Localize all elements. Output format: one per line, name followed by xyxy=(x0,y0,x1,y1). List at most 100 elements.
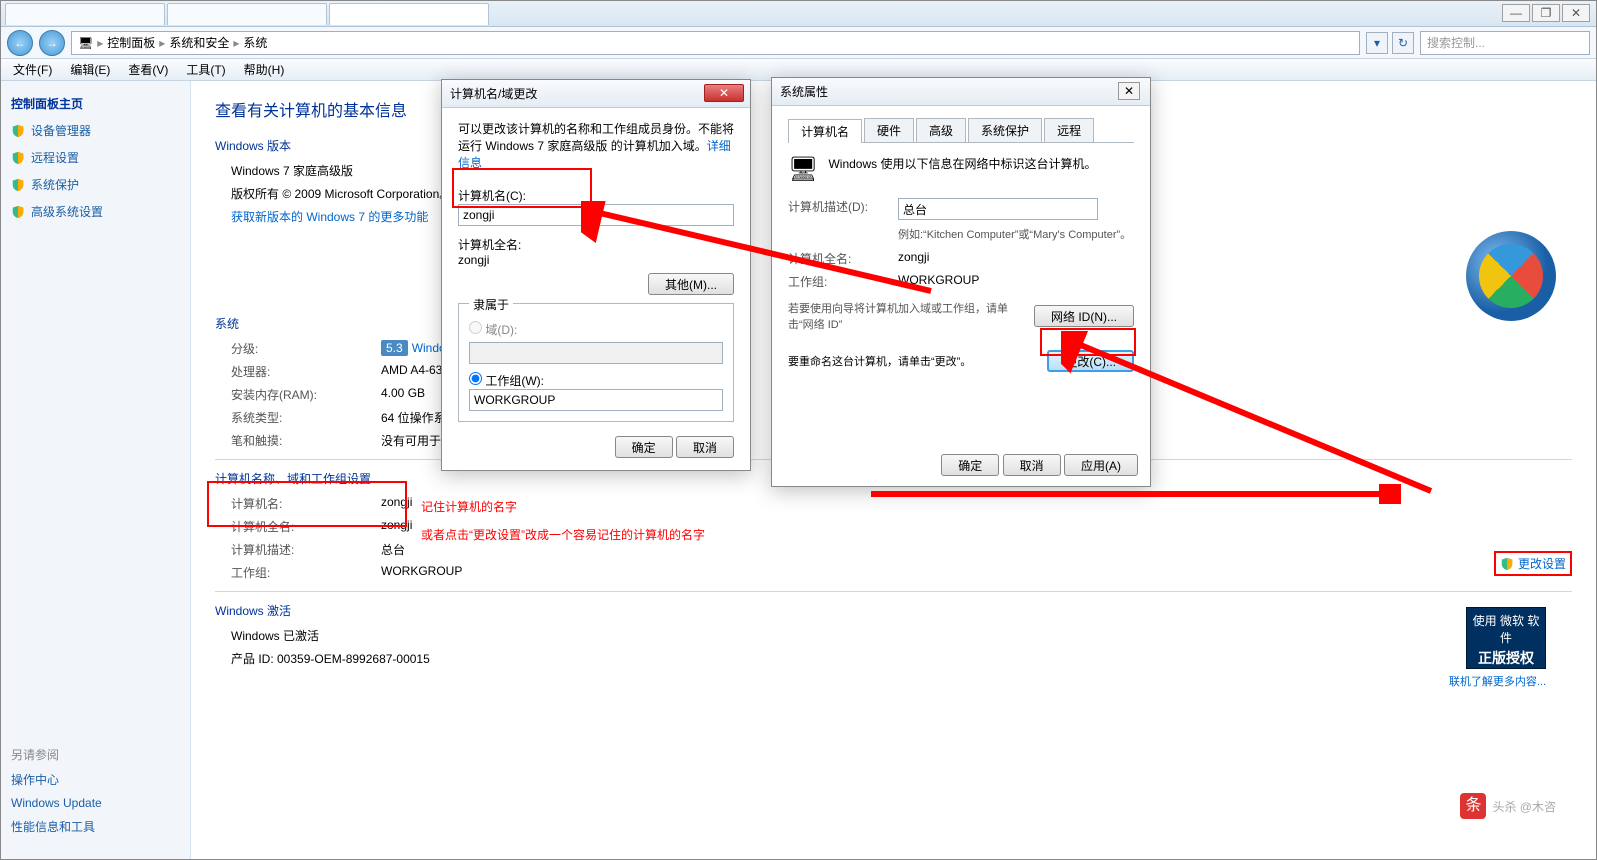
workgroup-input[interactable] xyxy=(469,389,723,411)
sidebar-item-label: 系统保护 xyxy=(31,176,79,193)
computer-name-input[interactable] xyxy=(458,204,734,226)
value-ram: 4.00 GB xyxy=(381,386,425,403)
label-computer-name: 计算机名(C): xyxy=(458,187,734,204)
breadcrumb-l2[interactable]: 系统 xyxy=(243,34,267,51)
see-also-header: 另请参阅 xyxy=(11,742,102,767)
value-full-name: zongji xyxy=(381,518,412,535)
back-button[interactable]: ← xyxy=(7,30,33,56)
separator: ▸ xyxy=(97,36,103,50)
browser-tab[interactable] xyxy=(329,3,489,25)
cancel-button[interactable]: 取消 xyxy=(676,436,734,458)
value-computer-name: zongji xyxy=(381,495,412,512)
label-type: 系统类型: xyxy=(231,409,381,426)
browser-tab[interactable] xyxy=(5,3,165,25)
more-button[interactable]: 其他(M)... xyxy=(648,273,734,295)
tab-protection[interactable]: 系统保护 xyxy=(968,118,1042,142)
label-pen: 笔和触摸: xyxy=(231,432,381,449)
control-panel-icon: 🖥 xyxy=(78,36,93,50)
ok-button[interactable]: 确定 xyxy=(615,436,673,458)
workgroup-radio[interactable] xyxy=(469,372,482,385)
dialog-system-properties: 系统属性 ✕ 计算机名 硬件 高级 系统保护 远程 🖥 Windows 使用以下… xyxy=(771,77,1151,487)
value-full-name: zongji xyxy=(898,250,929,267)
sidebar-item-remote[interactable]: 远程设置 xyxy=(11,149,180,166)
sidebar: 控制面板主页 设备管理器 远程设置 系统保护 高级系统设置 另请参阅 操作中心 … xyxy=(1,81,191,859)
label-ram: 安装内存(RAM): xyxy=(231,386,381,403)
change-button[interactable]: 更改(C)... xyxy=(1047,350,1134,372)
maximize-button[interactable]: ❐ xyxy=(1532,4,1560,22)
genuine-l2: 正版授权 xyxy=(1471,648,1541,668)
minimize-button[interactable]: — xyxy=(1502,4,1530,22)
sidebar-item-protection[interactable]: 系统保护 xyxy=(11,176,180,193)
dialog-title: 系统属性 xyxy=(772,78,1150,106)
watermark-icon: 条 xyxy=(1460,793,1486,819)
learn-more-link[interactable]: 联机了解更多内容... xyxy=(1449,673,1546,689)
sidebar-item-device-manager[interactable]: 设备管理器 xyxy=(11,122,180,139)
sidebar-item-label: 设备管理器 xyxy=(31,122,91,139)
sidebar-item-label: 高级系统设置 xyxy=(31,203,103,220)
menu-tools[interactable]: 工具(T) xyxy=(178,59,233,81)
see-also-action-center[interactable]: 操作中心 xyxy=(11,767,102,792)
description-input[interactable] xyxy=(898,198,1098,220)
activation-state: Windows 已激活 xyxy=(231,627,1572,644)
cancel-button[interactable]: 取消 xyxy=(1003,454,1061,476)
tab-hardware[interactable]: 硬件 xyxy=(864,118,914,142)
description-example: 例如:“Kitchen Computer”或“Mary's Computer”。 xyxy=(898,226,1134,242)
watermark-text: 头杀 @木咨 xyxy=(1492,798,1556,815)
close-button[interactable]: ✕ xyxy=(1562,4,1590,22)
label-cpu: 处理器: xyxy=(231,363,381,380)
browser-tab-strip: — ❐ ✕ xyxy=(1,1,1596,27)
dialog-description: 可以更改该计算机的名称和工作组成员身份。不能将运行 Windows 7 家庭高级… xyxy=(458,120,734,171)
genuine-l1: 使用 微软 软件 xyxy=(1471,612,1541,646)
label-computer-name: 计算机名: xyxy=(231,495,381,512)
member-of-legend: 隶属于 xyxy=(469,296,513,313)
computer-icon: 🖥 xyxy=(788,155,818,184)
menu-help[interactable]: 帮助(H) xyxy=(236,59,293,81)
annotation-text: 记住计算机的名字 或者点击“更改设置”改成一个容易记住的计算机的名字 xyxy=(421,493,705,549)
domain-radio xyxy=(469,321,482,334)
value-full-name: zongji xyxy=(458,253,734,267)
value-workgroup: WORKGROUP xyxy=(898,273,979,290)
apply-button[interactable]: 应用(A) xyxy=(1064,454,1138,476)
workgroup-radio-label: 工作组(W): xyxy=(485,374,544,388)
tab-advanced[interactable]: 高级 xyxy=(916,118,966,142)
domain-radio-label: 域(D): xyxy=(485,323,517,337)
browser-tab[interactable] xyxy=(167,3,327,25)
info-text: Windows 使用以下信息在网络中标识这台计算机。 xyxy=(828,155,1096,172)
menu-view[interactable]: 查看(V) xyxy=(120,59,176,81)
change-settings-link[interactable]: 更改设置 xyxy=(1494,551,1572,576)
product-id: 产品 ID: 00359-OEM-8992687-00015 xyxy=(231,650,1572,667)
label-rating: 分级: xyxy=(231,340,381,357)
value-description: 总台 xyxy=(381,541,405,558)
network-id-hint: 若要使用向导将计算机加入域或工作组，请单击“网络 ID” xyxy=(788,300,1024,332)
refresh-icon[interactable]: ↻ xyxy=(1392,32,1414,54)
label-workgroup: 工作组: xyxy=(788,273,898,290)
network-id-button[interactable]: 网络 ID(N)... xyxy=(1034,305,1134,327)
sidebar-item-advanced[interactable]: 高级系统设置 xyxy=(11,203,180,220)
separator: ▸ xyxy=(159,36,165,50)
breadcrumb-root[interactable]: 控制面板 xyxy=(107,34,155,51)
dropdown-icon[interactable]: ▾ xyxy=(1366,32,1388,54)
dialog-close-button[interactable]: ✕ xyxy=(704,84,744,102)
ok-button[interactable]: 确定 xyxy=(941,454,999,476)
forward-button[interactable]: → xyxy=(39,30,65,56)
search-input[interactable]: 搜索控制... xyxy=(1420,31,1590,55)
tab-remote[interactable]: 远程 xyxy=(1044,118,1094,142)
label-description: 计算机描述(D): xyxy=(788,198,898,220)
breadcrumb[interactable]: 🖥 ▸ 控制面板 ▸ 系统和安全 ▸ 系统 xyxy=(71,31,1360,55)
rating-badge: 5.3 xyxy=(381,340,408,356)
watermark: 条 头杀 @木咨 xyxy=(1460,793,1556,819)
see-also-performance[interactable]: 性能信息和工具 xyxy=(11,814,102,839)
menu-edit[interactable]: 编辑(E) xyxy=(62,59,118,81)
section-activation: Windows 激活 xyxy=(215,602,1572,619)
domain-input xyxy=(469,342,723,364)
tab-computer-name[interactable]: 计算机名 xyxy=(788,119,862,143)
breadcrumb-l1[interactable]: 系统和安全 xyxy=(169,34,229,51)
separator: ▸ xyxy=(233,36,239,50)
menu-file[interactable]: 文件(F) xyxy=(5,59,60,81)
see-also-windows-update[interactable]: Windows Update xyxy=(11,792,102,814)
label-full-name: 计算机全名: xyxy=(231,518,381,535)
windows-orb-icon xyxy=(1466,231,1556,321)
value-cpu: AMD A4-630 xyxy=(381,363,449,380)
dialog-close-button[interactable]: ✕ xyxy=(1118,82,1140,100)
dialog-name-domain-change: 计算机名/域更改 ✕ 可以更改该计算机的名称和工作组成员身份。不能将运行 Win… xyxy=(441,79,751,471)
